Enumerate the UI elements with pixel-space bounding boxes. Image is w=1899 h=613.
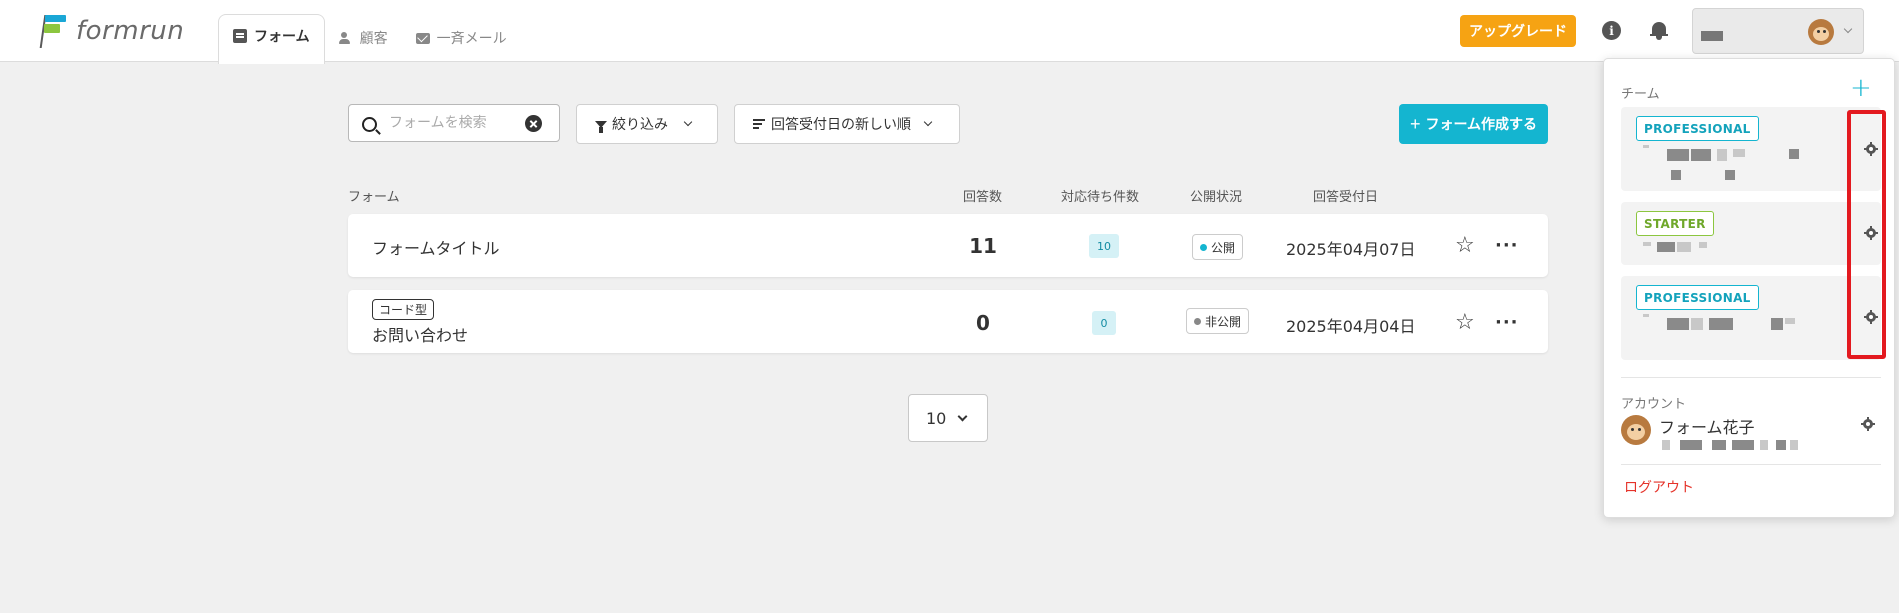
plan-badge: PROFESSIONAL <box>1636 285 1759 310</box>
mail-icon <box>415 32 430 44</box>
logout-link[interactable]: ログアウト <box>1624 477 1694 497</box>
page-size-value: 10 <box>926 408 947 428</box>
redacted-email <box>1680 440 1702 450</box>
received-date: 2025年04月04日 <box>1286 317 1416 336</box>
team-card[interactable]: STARTER <box>1621 202 1881 265</box>
redacted-text <box>1667 318 1689 330</box>
status-label: 非公開 <box>1205 314 1242 329</box>
status-badge: 公開 <box>1192 234 1244 260</box>
formrun-logo[interactable]: formrun <box>39 14 185 48</box>
tab-bulk-mail-label: 一斉メール <box>436 31 507 47</box>
search-icon <box>362 117 377 132</box>
column-header-form: フォーム <box>348 190 400 205</box>
pending-count-badge: 0 <box>1092 311 1116 335</box>
avatar <box>1621 415 1651 445</box>
pending-count-badge: 10 <box>1089 234 1119 258</box>
form-title[interactable]: お問い合わせ <box>372 322 468 346</box>
people-icon <box>338 31 353 45</box>
more-icon[interactable]: ··· <box>1495 314 1519 332</box>
filter-dropdown[interactable]: 絞り込み <box>576 104 718 144</box>
logo-text: formrun <box>76 16 185 46</box>
team-section-label: チーム <box>1621 87 1660 102</box>
account-section-label: アカウント <box>1621 397 1687 412</box>
form-title[interactable]: フォームタイトル <box>372 235 500 259</box>
column-header-pending: 対応待ち件数 <box>1061 190 1140 205</box>
account-name: フォーム花子 <box>1659 418 1755 437</box>
create-form-label: フォーム作成する <box>1425 116 1538 132</box>
more-icon[interactable]: ··· <box>1495 237 1519 255</box>
account-menu-button[interactable] <box>1692 8 1864 54</box>
add-team-icon[interactable]: + <box>1850 75 1872 101</box>
star-icon[interactable]: ☆ <box>1455 235 1475 257</box>
redacted-team-name <box>1701 31 1723 41</box>
tab-forms-label: フォーム <box>254 29 310 45</box>
sort-label: 回答受付日の新しい順 <box>771 117 911 133</box>
table-row[interactable]: フォームタイトル 11 10 公開 2025年04月07日 ☆ ··· <box>348 214 1548 277</box>
column-header-date: 回答受付日 <box>1313 190 1379 205</box>
plus-icon: + <box>1409 113 1421 134</box>
sort-dropdown[interactable]: 回答受付日の新しい順 <box>734 104 960 144</box>
clear-search-icon[interactable] <box>525 115 542 132</box>
received-date: 2025年04月07日 <box>1286 240 1416 259</box>
main-tabs: フォーム 顧客 一斉メール <box>218 13 521 64</box>
sort-icon <box>753 119 765 129</box>
team-card[interactable]: PROFESSIONAL <box>1621 107 1881 191</box>
account-settings-gear-icon[interactable] <box>1861 417 1875 431</box>
plan-badge: PROFESSIONAL <box>1636 116 1759 141</box>
plan-badge: STARTER <box>1636 211 1714 236</box>
page-size-select[interactable]: 10 <box>908 394 988 442</box>
redacted-text <box>1657 242 1675 252</box>
filter-icon <box>595 120 607 133</box>
chevron-down-icon <box>1843 24 1853 34</box>
answer-count: 11 <box>969 234 997 258</box>
chevron-down-icon <box>683 117 693 127</box>
form-icon <box>233 29 247 43</box>
chevron-down-icon <box>923 117 933 127</box>
code-type-badge: コード型 <box>372 299 435 320</box>
search-input[interactable] <box>389 113 519 133</box>
table-row[interactable]: コード型 お問い合わせ 0 0 非公開 2025年04月04日 ☆ ··· <box>348 290 1548 353</box>
bell-icon[interactable] <box>1650 20 1668 40</box>
divider <box>1621 464 1881 465</box>
team-card[interactable]: PROFESSIONAL <box>1621 276 1881 360</box>
tab-customers[interactable]: 顧客 <box>325 20 402 56</box>
logo-mark-icon <box>39 14 68 48</box>
tab-bulk-mail[interactable]: 一斉メール <box>402 20 521 56</box>
status-dot-icon <box>1194 317 1201 325</box>
chevron-down-icon <box>957 411 968 422</box>
answer-count: 0 <box>976 311 990 335</box>
status-label: 公開 <box>1211 240 1236 255</box>
avatar <box>1808 19 1834 45</box>
highlight-box <box>1847 110 1886 359</box>
info-icon[interactable]: i <box>1602 21 1621 40</box>
upgrade-button[interactable]: アップグレード <box>1460 15 1576 47</box>
filter-label: 絞り込み <box>612 117 668 133</box>
column-header-answers: 回答数 <box>963 190 1003 205</box>
create-form-button[interactable]: + フォーム作成する <box>1399 104 1548 144</box>
star-icon[interactable]: ☆ <box>1455 312 1475 334</box>
column-header-status: 公開状況 <box>1190 190 1243 205</box>
divider <box>1621 377 1881 378</box>
tab-customers-label: 顧客 <box>359 31 388 47</box>
status-dot-icon <box>1200 243 1207 251</box>
app-header: formrun フォーム 顧客 一斉メール アップグレード i <box>0 0 1899 64</box>
redacted-text <box>1667 149 1689 161</box>
status-badge: 非公開 <box>1186 308 1250 334</box>
tab-forms[interactable]: フォーム <box>218 14 325 64</box>
search-box <box>348 104 560 142</box>
